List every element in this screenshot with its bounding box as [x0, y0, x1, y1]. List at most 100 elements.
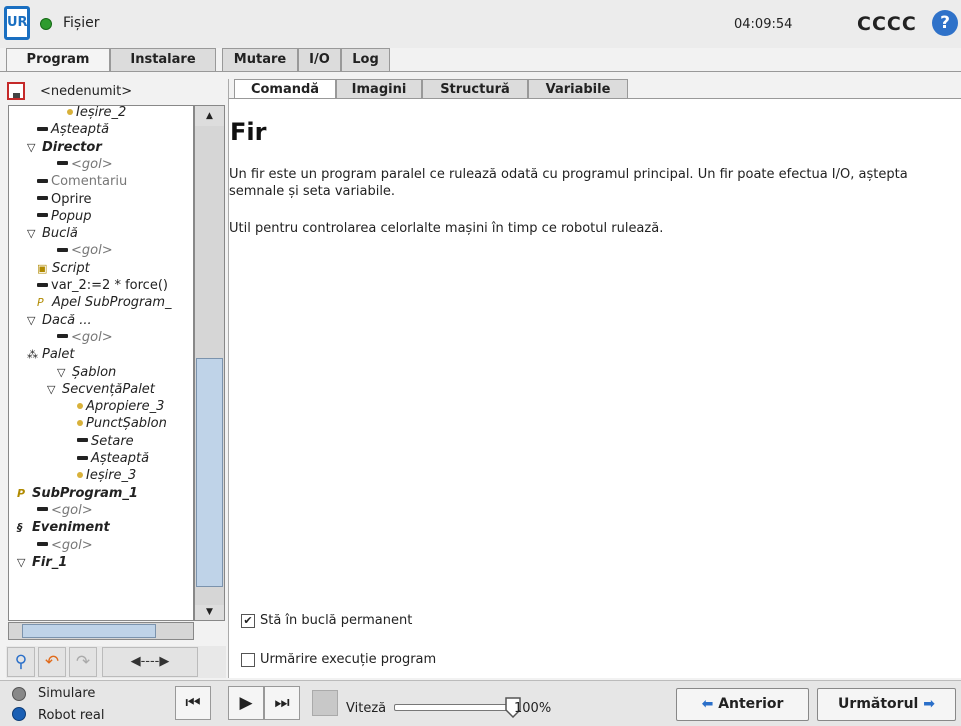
tree-node[interactable]: Oprire [37, 191, 92, 208]
tree-scroll-thumb[interactable] [196, 358, 223, 587]
dot-icon [77, 471, 83, 478]
tab-log[interactable]: Log [341, 48, 390, 71]
tree-node-label: Script [52, 260, 90, 276]
tree-node[interactable]: P SubProgram_1 [17, 485, 138, 502]
speed-label: Viteză [346, 701, 387, 716]
tree-node-label: <gol> [71, 243, 113, 259]
tri-icon: ▽ [27, 140, 36, 154]
undo-icon[interactable]: ↶ [38, 647, 66, 677]
tree-node-label: Așteaptă [91, 451, 150, 466]
speed-value: 100% [514, 701, 552, 716]
tree-node-label: <gol> [51, 502, 93, 518]
bar-icon [57, 334, 68, 339]
tree-node[interactable]: <gol> [57, 329, 113, 346]
redo-icon[interactable]: ↷ [69, 647, 97, 677]
trace-execution-label: Urmărire execuție program [260, 652, 437, 667]
previous-button[interactable]: ⬅ Anterior [676, 688, 809, 721]
tree-node-label: Popup [51, 208, 92, 224]
tree-node[interactable]: ⁂ Palet [27, 346, 75, 363]
tree-node-label: PunctȘablon [86, 416, 167, 432]
simulation-label: Simulare [38, 686, 96, 701]
bar-icon [37, 213, 48, 218]
tree-node[interactable]: ▽ Fir_1 [17, 554, 67, 571]
bar-icon [57, 161, 68, 166]
scroll-up-icon[interactable]: ▲ [195, 106, 224, 126]
tab-io[interactable]: I/O [298, 48, 341, 71]
tab-command[interactable]: Comandă [234, 79, 336, 99]
tree-node-label: <gol> [71, 156, 113, 172]
previous-label: Anterior [718, 696, 784, 712]
tab-variables[interactable]: Variabile [528, 79, 628, 99]
play-icon[interactable]: ▶ [228, 686, 264, 720]
tree-node[interactable]: <gol> [57, 156, 113, 173]
dot-icon [67, 108, 73, 115]
tree-node-label: Șablon [72, 364, 117, 380]
move-node-icon[interactable]: ◀----▶ [102, 647, 198, 677]
tree-node[interactable]: ▽ Dacă ... [27, 312, 92, 329]
tree-node-label: Ieșire_3 [86, 468, 137, 484]
tree-node-label: Director [42, 139, 102, 155]
tree-node-label: SecvențăPalet [62, 381, 155, 397]
tab-structure[interactable]: Structură [422, 79, 528, 99]
speed-slider-track[interactable] [394, 704, 512, 711]
node-title: Fir [230, 118, 267, 146]
step-icon[interactable]: ⏭ [264, 686, 300, 720]
tree-node[interactable]: P Apel SubProgram_ [37, 294, 172, 311]
tree-node[interactable]: ▽ Șablon [57, 364, 116, 381]
loop-forever-label: Stă în buclă permanent [260, 613, 413, 628]
tree-node[interactable]: Setare [77, 433, 134, 450]
file-menu[interactable]: Fișier [63, 15, 99, 31]
tree-node-label: Setare [91, 433, 134, 449]
scroll-down-icon[interactable]: ▼ [195, 605, 224, 620]
robot-name: CCCC [857, 13, 917, 35]
tree-node-label: var_2:=2 * force() [51, 278, 168, 293]
program-tree[interactable]: Ieșire_2 Așteaptă ▽ Director <gol> Comentariu… [8, 105, 194, 621]
tree-node[interactable]: Apropiere_3 [77, 398, 164, 415]
tree-node[interactable]: Așteaptă [77, 450, 149, 467]
tree-node-label: <gol> [51, 537, 93, 553]
bar-icon [37, 542, 48, 546]
next-button[interactable]: Următorul ➡ [817, 688, 956, 721]
tree-node[interactable]: PunctȘablon [77, 415, 167, 432]
tree-node[interactable]: <gol> [37, 537, 93, 554]
tree-node[interactable]: § Eveniment [17, 519, 110, 536]
tree-node[interactable]: ▽ SecvențăPalet [47, 381, 155, 398]
skip-back-icon[interactable]: ⏮ [175, 686, 211, 720]
real-robot-label: Robot real [38, 708, 105, 723]
dot-icon [77, 402, 83, 409]
tree-node[interactable]: ▽ Director [27, 139, 102, 156]
script-icon: ▣ [37, 261, 48, 275]
tree-node[interactable]: Comentariu [37, 173, 127, 190]
arrow-left-icon: ⬅ [701, 696, 714, 712]
node-description: Un fir este un program paralel ce ruleaz… [229, 167, 908, 199]
node-description-2: Util pentru controlarea celorlalte mașin… [229, 221, 664, 236]
tree-node-label: Buclă [42, 226, 78, 242]
tree-node[interactable]: ▣ Script [37, 260, 90, 277]
tree-node-label: Apel SubProgram_ [52, 295, 172, 311]
tree-node[interactable]: Ieșire_3 [77, 467, 136, 484]
clock: 04:09:54 [734, 17, 793, 32]
tree-node[interactable]: ▽ Buclă [27, 225, 78, 242]
tab-program[interactable]: Program [6, 48, 110, 72]
tree-node[interactable]: Popup [37, 208, 92, 225]
real-robot-radio[interactable] [12, 707, 26, 721]
tree-node[interactable]: <gol> [37, 502, 93, 519]
tab-installation[interactable]: Instalare [110, 48, 216, 71]
search-icon[interactable]: ⚲ [7, 647, 35, 677]
tree-node[interactable]: <gol> [57, 242, 113, 259]
tree-node[interactable]: Așteaptă [37, 121, 109, 138]
dot-icon [77, 419, 83, 426]
tree-node[interactable]: Ieșire_2 [67, 106, 126, 121]
stop-icon[interactable] [312, 690, 338, 716]
save-icon[interactable] [7, 82, 25, 100]
tree-hscroll-thumb[interactable] [22, 624, 156, 638]
tri-icon: ▽ [47, 382, 56, 396]
help-icon[interactable]: ? [932, 10, 958, 36]
tab-images[interactable]: Imagini [336, 79, 422, 99]
tree-node[interactable]: var_2:=2 * force() [37, 277, 168, 294]
sub-icon: P [37, 296, 44, 310]
tab-move[interactable]: Mutare [222, 48, 298, 71]
simulation-radio[interactable] [12, 687, 26, 701]
loop-forever-checkbox[interactable]: ✔ [241, 614, 255, 628]
trace-execution-checkbox[interactable] [241, 653, 255, 667]
